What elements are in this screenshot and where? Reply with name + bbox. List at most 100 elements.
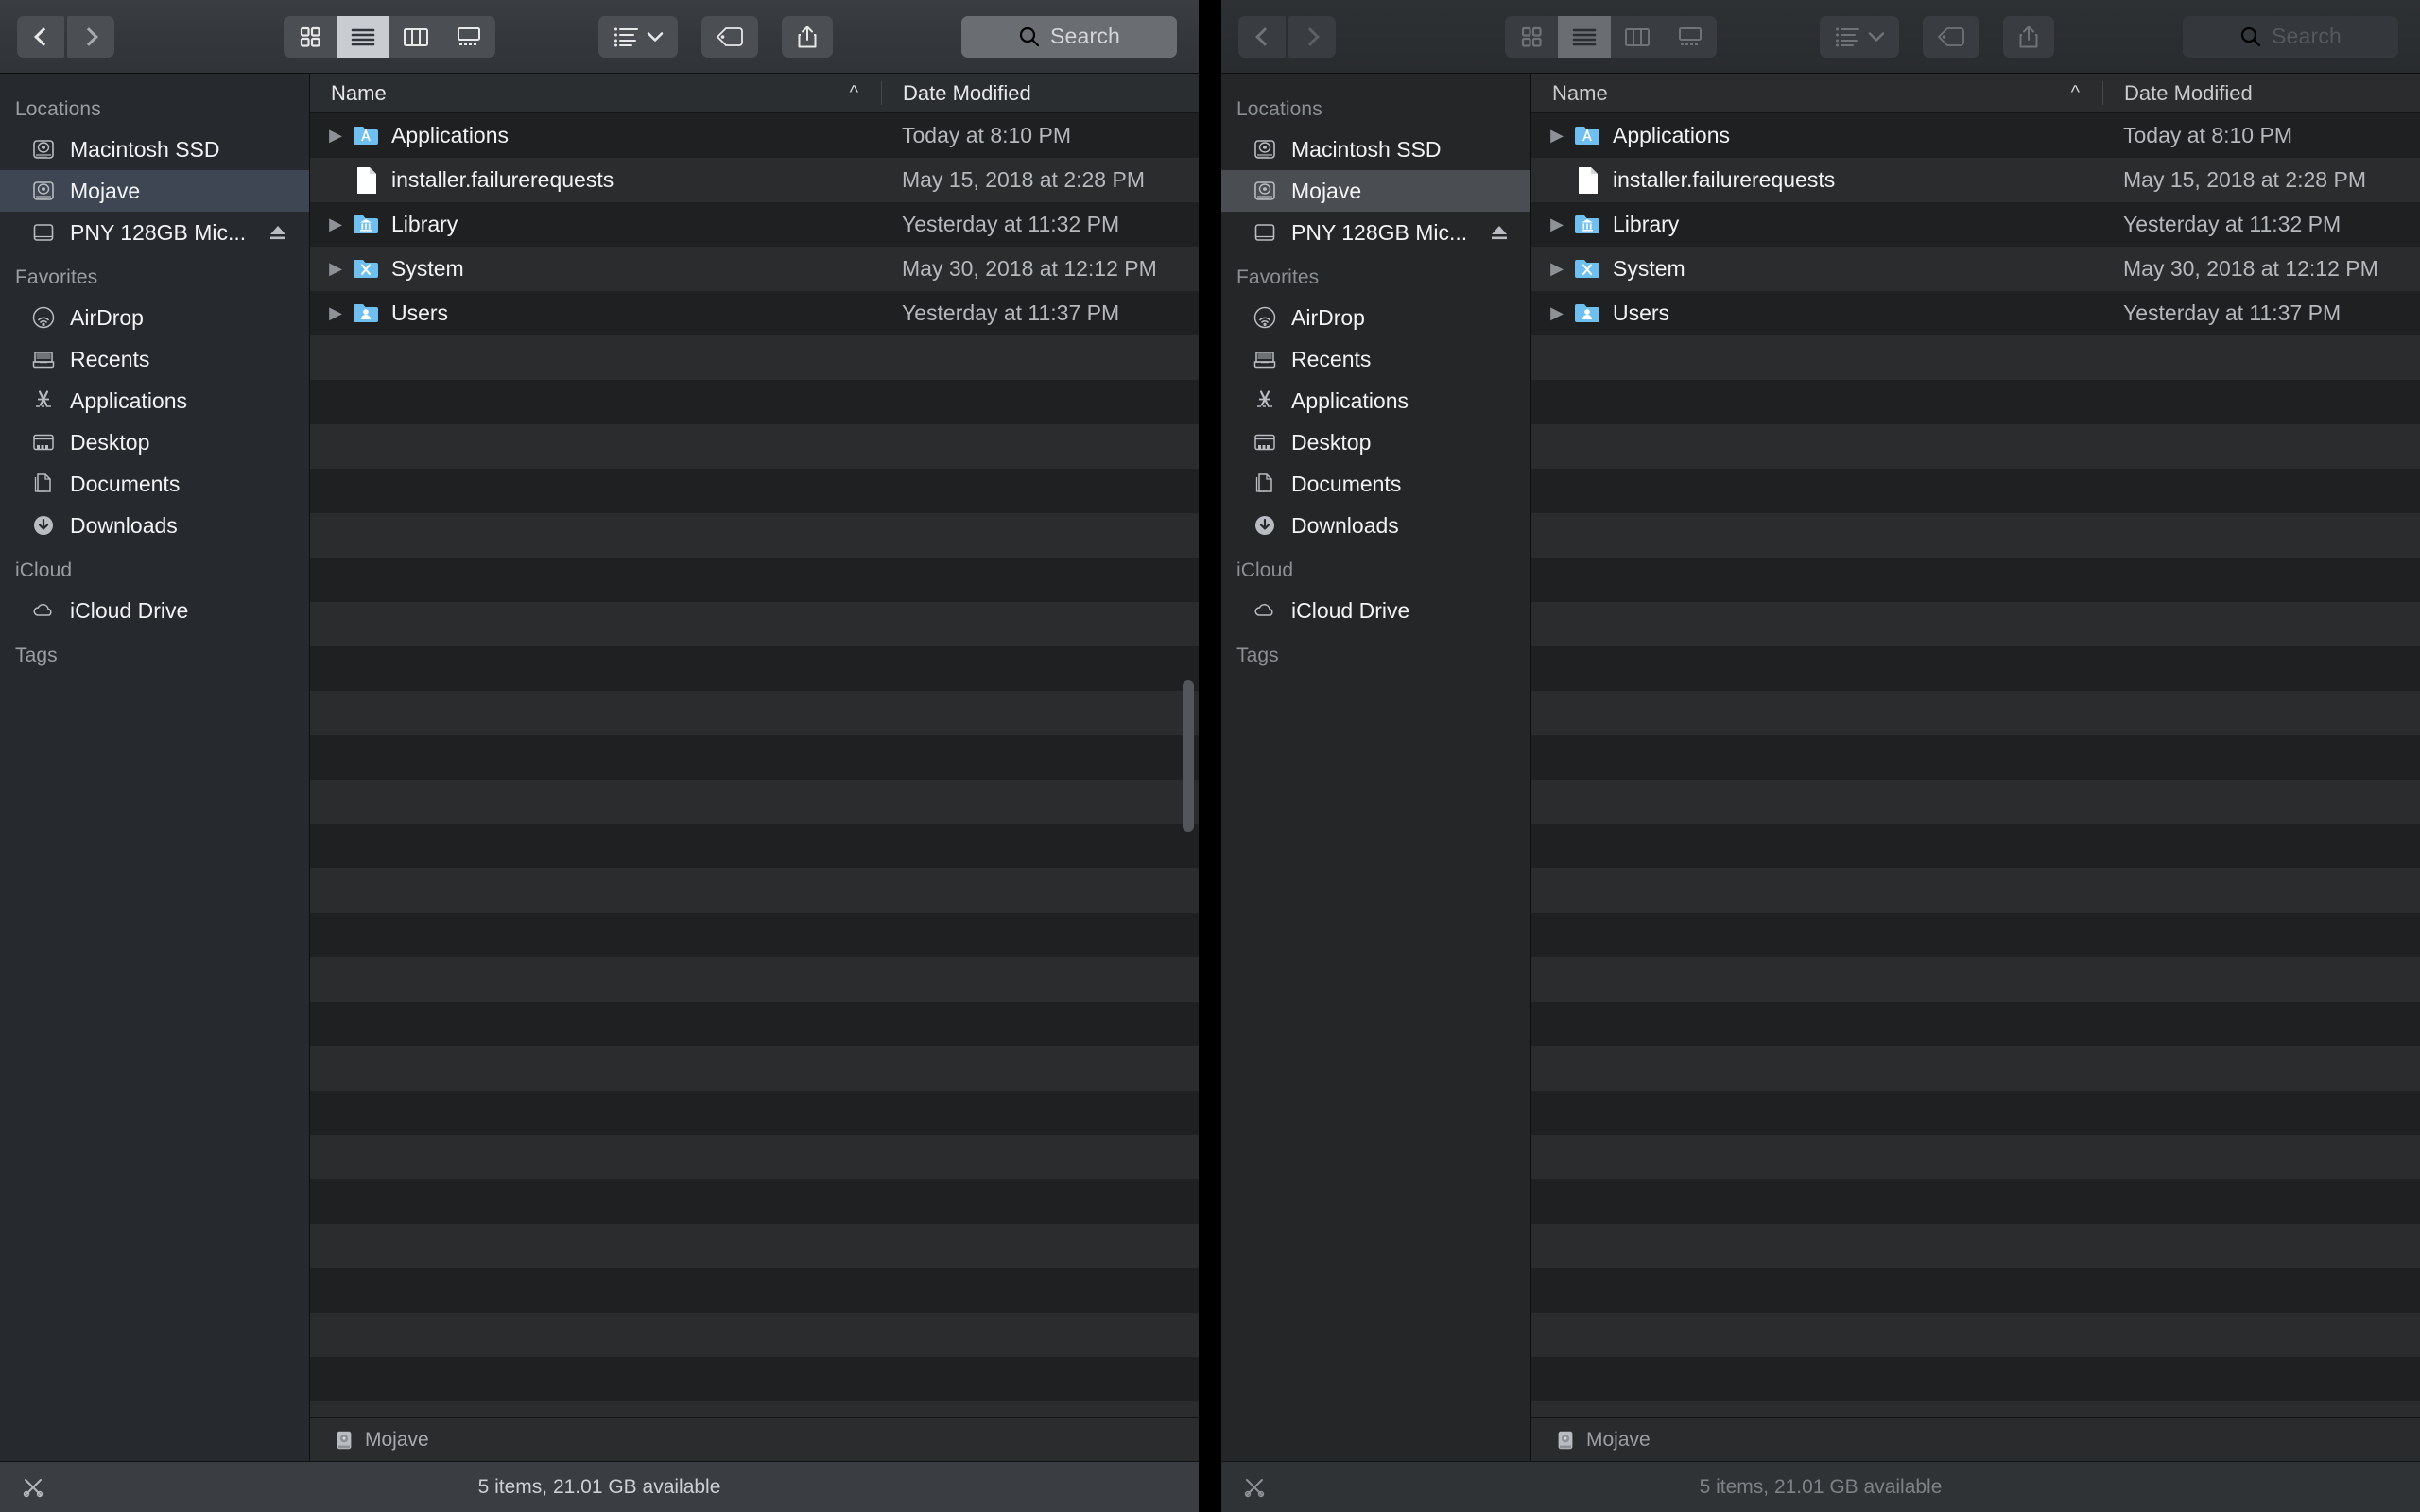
- disclosure-triangle-icon[interactable]: ▶: [1543, 259, 1571, 279]
- sidebar-item-airdrop[interactable]: AirDrop: [0, 297, 309, 338]
- empty-row: [310, 735, 1199, 780]
- disclosure-triangle-icon[interactable]: ▶: [321, 303, 350, 323]
- sidebar-item-desktop[interactable]: Desktop: [1221, 421, 1530, 463]
- sidebar-item-recents[interactable]: Recents: [1221, 338, 1530, 380]
- column-header-date-modified[interactable]: Date Modified: [881, 81, 1031, 105]
- sidebar-item-mojave[interactable]: Mojave: [1221, 170, 1530, 212]
- finder-window-inactive[interactable]: Search Locations Macintosh SSD Mojave PNY 12…: [1221, 0, 2420, 1512]
- search-field[interactable]: Search: [2183, 15, 2398, 58]
- sidebar-item-pny-128gb-mic[interactable]: PNY 128GB Mic...: [0, 212, 309, 253]
- table-row[interactable]: installer.failurerequests May 15, 2018 at…: [310, 158, 1199, 202]
- table-row[interactable]: ▶ System May 30, 2018 at 12:12 PM: [1531, 247, 2420, 291]
- file-name-label: System: [1613, 256, 1685, 281]
- column-header-date-modified[interactable]: Date Modified: [2102, 81, 2253, 105]
- back-button[interactable]: [1238, 15, 1286, 58]
- blue-folder-applications-icon: [350, 122, 382, 150]
- sidebar-item-icloud-drive[interactable]: iCloud Drive: [0, 590, 309, 631]
- column-header-name[interactable]: Name ^: [310, 74, 881, 112]
- file-name-label: Applications: [1613, 123, 1731, 147]
- sidebar-item-downloads[interactable]: Downloads: [0, 505, 309, 546]
- blue-folder-library-icon: [350, 211, 382, 239]
- empty-row: [1531, 1313, 2420, 1357]
- sidebar-item-desktop[interactable]: Desktop: [0, 421, 309, 463]
- back-button[interactable]: [17, 15, 64, 58]
- disclosure-triangle-icon[interactable]: ▶: [1543, 126, 1571, 146]
- chevron-left-icon: [33, 26, 53, 46]
- path-bar[interactable]: Mojave: [1531, 1418, 2420, 1461]
- sidebar[interactable]: Locations Macintosh SSD Mojave PNY 128GB Mi…: [0, 74, 310, 1461]
- desktop-icon: [30, 429, 57, 455]
- sidebar-item-mojave[interactable]: Mojave: [0, 170, 309, 212]
- sidebar-item-applications[interactable]: Applications: [0, 380, 309, 421]
- empty-row: [310, 1046, 1199, 1091]
- finder-window-active[interactable]: Search Locations Macintosh SSD Mojave PNY 12…: [0, 0, 1199, 1512]
- view-as-list-button[interactable]: [337, 15, 389, 58]
- table-row[interactable]: ▶ Users Yesterday at 11:37 PM: [1531, 291, 2420, 335]
- empty-row: [1531, 513, 2420, 558]
- eject-icon[interactable]: [1489, 222, 1510, 243]
- arrange-by-button[interactable]: [598, 15, 678, 58]
- share-button[interactable]: [782, 15, 833, 58]
- eject-icon[interactable]: [268, 222, 288, 243]
- file-name-label: Library: [391, 212, 458, 236]
- view-as-gallery-button[interactable]: [442, 15, 495, 58]
- sidebar-item-documents[interactable]: Documents: [0, 463, 309, 505]
- disclosure-triangle-icon[interactable]: ▶: [1543, 303, 1571, 323]
- vertical-scrollbar[interactable]: [1178, 113, 1199, 1418]
- disclosure-triangle-icon[interactable]: ▶: [321, 259, 350, 279]
- view-as-icons-button[interactable]: [284, 15, 337, 58]
- sidebar-item-macintosh-ssd[interactable]: Macintosh SSD: [1221, 129, 1530, 170]
- view-as-columns-button[interactable]: [1611, 15, 1664, 58]
- empty-row: [310, 646, 1199, 691]
- disclosure-triangle-icon[interactable]: ▶: [321, 126, 350, 146]
- search-input-placeholder[interactable]: Search: [2272, 24, 2342, 49]
- table-row[interactable]: ▶ Users Yesterday at 11:37 PM: [310, 291, 1199, 335]
- search-field[interactable]: Search: [961, 15, 1177, 58]
- empty-row: [310, 602, 1199, 646]
- tag-button[interactable]: [1923, 15, 1979, 58]
- sidebar-item-downloads[interactable]: Downloads: [1221, 505, 1530, 546]
- forward-button[interactable]: [1288, 15, 1336, 58]
- view-as-gallery-button[interactable]: [1664, 15, 1717, 58]
- tag-button[interactable]: [701, 15, 758, 58]
- table-row[interactable]: ▶ Library Yesterday at 11:32 PM: [310, 202, 1199, 247]
- arrange-by-button[interactable]: [1820, 15, 1899, 58]
- forward-button[interactable]: [67, 15, 114, 58]
- column-header-name[interactable]: Name ^: [1531, 74, 2102, 112]
- sidebar-item-pny-128gb-mic[interactable]: PNY 128GB Mic...: [1221, 212, 1530, 253]
- empty-row: [310, 1268, 1199, 1313]
- scissors-slash-icon[interactable]: [1242, 1475, 1267, 1500]
- sidebar-item-airdrop[interactable]: AirDrop: [1221, 297, 1530, 338]
- view-as-icons-button[interactable]: [1505, 15, 1558, 58]
- blue-folder-system-icon: [1571, 255, 1603, 284]
- table-row[interactable]: ▶ Applications Today at 8:10 PM: [1531, 113, 2420, 158]
- sidebar-item-icloud-drive[interactable]: iCloud Drive: [1221, 590, 1530, 631]
- sidebar[interactable]: Locations Macintosh SSD Mojave PNY 128GB Mi…: [1221, 74, 1531, 1461]
- sidebar-item-macintosh-ssd[interactable]: Macintosh SSD: [0, 129, 309, 170]
- empty-row: [1531, 913, 2420, 957]
- table-row[interactable]: installer.failurerequests May 15, 2018 at…: [1531, 158, 2420, 202]
- view-mode-segmented-control: [1505, 15, 1717, 58]
- sidebar-item-applications[interactable]: Applications: [1221, 380, 1530, 421]
- file-name-cell: installer.failurerequests: [310, 166, 881, 195]
- file-rows-container[interactable]: ▶ Applications Today at 8:10 PM installer.f…: [310, 113, 1199, 1418]
- table-row[interactable]: ▶ Library Yesterday at 11:32 PM: [1531, 202, 2420, 247]
- file-date-modified-cell: Yesterday at 11:32 PM: [2123, 212, 2342, 236]
- path-bar[interactable]: Mojave: [310, 1418, 1199, 1461]
- status-bar-text: 5 items, 21.01 GB available: [1699, 1475, 1943, 1498]
- scrollbar-thumb[interactable]: [1183, 680, 1194, 832]
- share-button[interactable]: [2003, 15, 2054, 58]
- empty-row: [1531, 1046, 2420, 1091]
- table-row[interactable]: ▶ Applications Today at 8:10 PM: [310, 113, 1199, 158]
- view-as-list-button[interactable]: [1558, 15, 1611, 58]
- scissors-slash-icon[interactable]: [21, 1475, 45, 1500]
- search-input-placeholder[interactable]: Search: [1050, 24, 1120, 49]
- view-as-columns-button[interactable]: [389, 15, 442, 58]
- sidebar-item-recents[interactable]: Recents: [0, 338, 309, 380]
- sidebar-item-documents[interactable]: Documents: [1221, 463, 1530, 505]
- empty-row: [1531, 1224, 2420, 1268]
- table-row[interactable]: ▶ System May 30, 2018 at 12:12 PM: [310, 247, 1199, 291]
- disclosure-triangle-icon[interactable]: ▶: [321, 215, 350, 234]
- file-rows-container[interactable]: ▶ Applications Today at 8:10 PM installer.f…: [1531, 113, 2420, 1418]
- disclosure-triangle-icon[interactable]: ▶: [1543, 215, 1571, 234]
